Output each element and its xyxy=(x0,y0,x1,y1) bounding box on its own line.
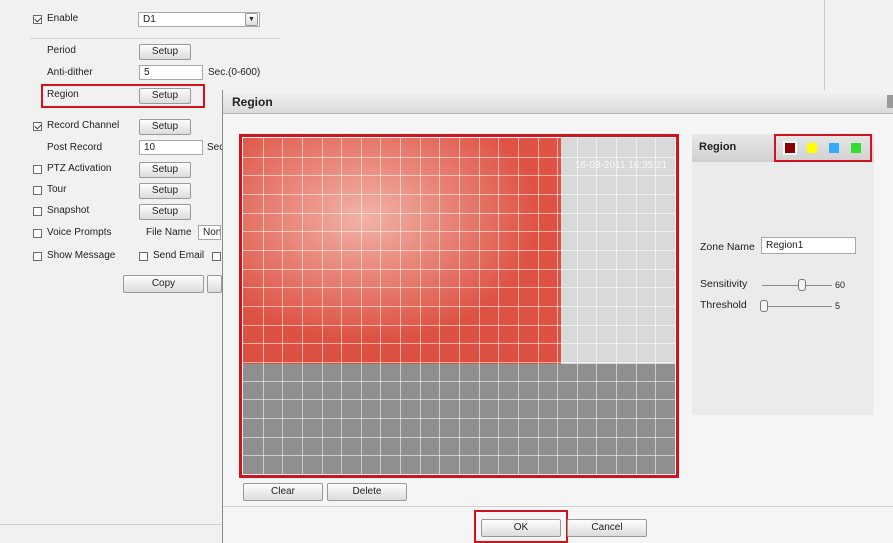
voice-prompts-label: Voice Prompts xyxy=(47,227,112,238)
sensitivity-slider-handle[interactable] xyxy=(798,279,806,291)
cancel-button[interactable]: Cancel xyxy=(567,519,647,537)
close-icon[interactable] xyxy=(887,95,893,108)
clear-button[interactable]: Clear xyxy=(243,483,323,501)
region-color-blue[interactable] xyxy=(829,143,839,153)
threshold-slider-handle[interactable] xyxy=(760,300,768,312)
file-name-select[interactable]: None xyxy=(198,225,221,240)
anti-dither-label: Anti-dither xyxy=(47,67,93,78)
region-label: Region xyxy=(47,89,79,100)
video-highlight-box xyxy=(239,134,679,478)
threshold-label: Threshold xyxy=(700,299,747,311)
region-panel-title: Region xyxy=(699,141,737,153)
resolution-value: D1 xyxy=(143,14,156,25)
tour-checkbox[interactable] xyxy=(33,186,42,195)
tour-label: Tour xyxy=(47,184,67,195)
zone-name-input[interactable]: Region1 xyxy=(761,237,856,254)
region-color-yellow[interactable] xyxy=(807,143,817,153)
footer-divider xyxy=(0,524,222,525)
copy-button[interactable]: Copy xyxy=(123,275,204,293)
section-divider xyxy=(30,38,280,39)
threshold-value: 5 xyxy=(835,301,841,311)
ptz-activation-label: PTZ Activation xyxy=(47,163,112,174)
dialog-footer-divider xyxy=(223,506,893,507)
post-record-label: Post Record xyxy=(47,142,103,153)
sensitivity-value: 60 xyxy=(835,280,846,290)
region-setup-button[interactable]: Setup xyxy=(139,88,191,104)
save-button-partial[interactable] xyxy=(207,275,222,293)
delete-button[interactable]: Delete xyxy=(327,483,407,501)
show-message-label: Show Message xyxy=(47,250,116,261)
dialog-title: Region xyxy=(232,95,273,109)
snapshot-label: Snapshot xyxy=(47,205,90,216)
snapshot-setup-button[interactable]: Setup xyxy=(139,204,191,220)
anti-dither-input[interactable]: 5 xyxy=(139,65,203,80)
record-channel-checkbox[interactable] xyxy=(33,122,42,131)
enable-label: Enable xyxy=(47,13,79,24)
extra-option-checkbox[interactable] xyxy=(212,252,221,261)
zone-name-label: Zone Name xyxy=(700,241,755,253)
send-email-checkbox[interactable] xyxy=(139,252,148,261)
sensitivity-slider[interactable] xyxy=(762,285,832,286)
anti-dither-unit: Sec.(0-600) xyxy=(208,67,261,78)
snapshot-checkbox[interactable] xyxy=(33,207,42,216)
dialog-titlebar[interactable]: Region xyxy=(223,90,893,114)
threshold-slider[interactable] xyxy=(762,306,832,307)
resolution-select[interactable]: D1 xyxy=(138,12,260,27)
enable-checkbox[interactable] xyxy=(33,15,42,24)
show-message-checkbox[interactable] xyxy=(33,252,42,261)
tour-setup-button[interactable]: Setup xyxy=(139,183,191,199)
region-dialog: Region 16-03-2011 16:35:21 Clear Delete … xyxy=(222,90,893,543)
period-label: Period xyxy=(47,45,76,56)
file-name-label: File Name xyxy=(146,227,192,238)
ok-button[interactable]: OK xyxy=(481,519,561,537)
record-channel-label: Record Channel xyxy=(47,120,120,131)
record-channel-setup-button[interactable]: Setup xyxy=(139,119,191,135)
send-email-label: Send Email xyxy=(153,250,205,261)
region-settings-panel: Region Zone Name Region1 Sensitivity 60 … xyxy=(692,134,874,415)
region-color-darkred[interactable] xyxy=(783,141,797,155)
period-setup-button[interactable]: Setup xyxy=(139,44,191,60)
voice-prompts-checkbox[interactable] xyxy=(33,229,42,238)
post-record-input[interactable]: 10 xyxy=(139,140,203,155)
ptz-activation-setup-button[interactable]: Setup xyxy=(139,162,191,178)
region-color-green[interactable] xyxy=(851,143,861,153)
ptz-activation-checkbox[interactable] xyxy=(33,165,42,174)
sensitivity-label: Sensitivity xyxy=(700,278,748,290)
chevron-down-icon[interactable]: ▼ xyxy=(245,13,258,26)
panel-divider xyxy=(824,0,825,90)
